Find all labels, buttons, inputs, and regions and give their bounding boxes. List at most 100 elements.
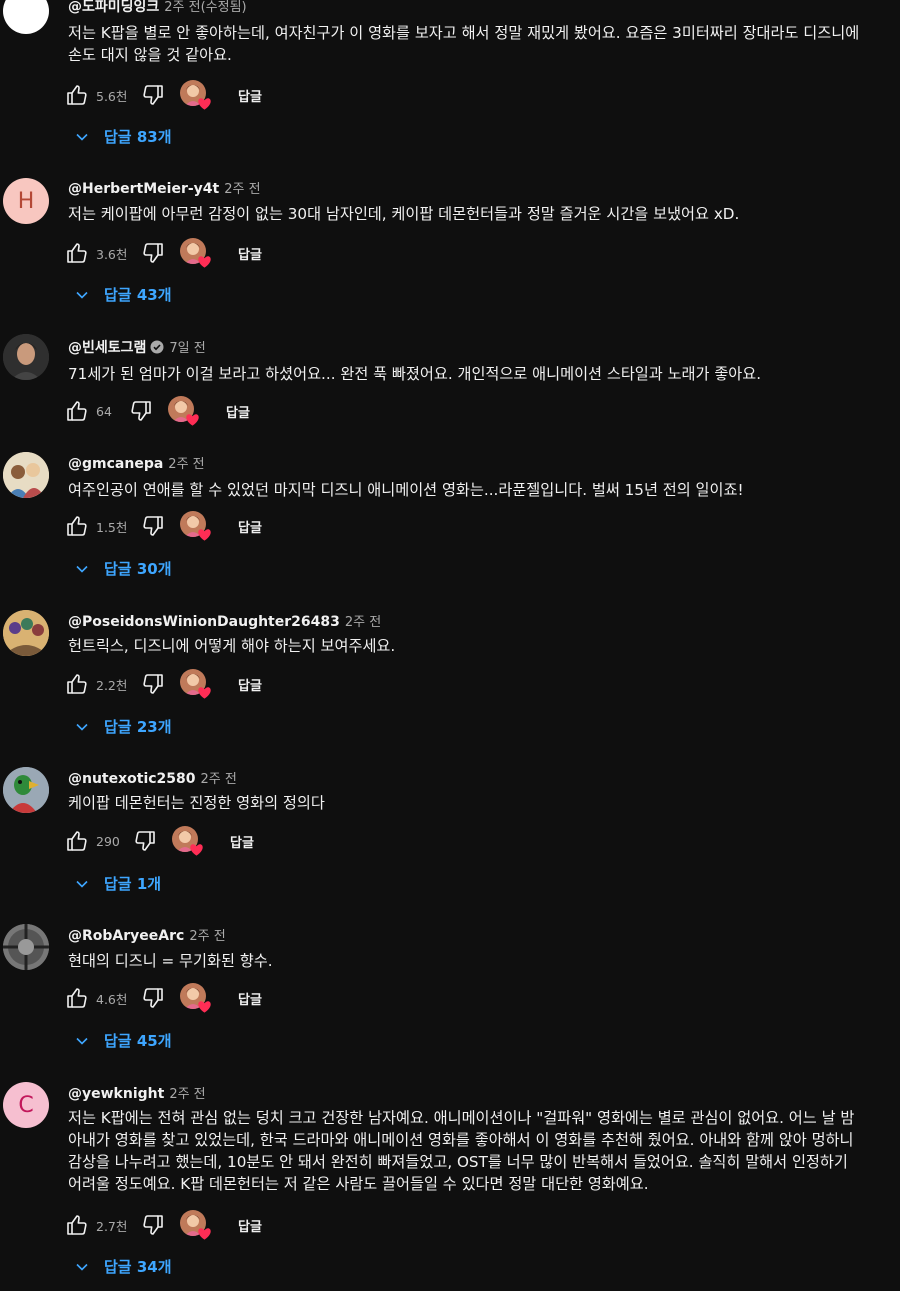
chevron-down-icon — [76, 880, 88, 888]
creator-heart-icon — [180, 238, 211, 268]
reply-button[interactable]: 답글 — [238, 244, 262, 263]
comment-time[interactable]: 2주 전 — [224, 182, 260, 197]
creator-heart-icon — [180, 983, 211, 1013]
author-handle[interactable]: @gmcanepa — [68, 456, 163, 472]
comment-header: @빈세토그램 7일 전 — [68, 337, 206, 357]
like-count: 5.6천 — [96, 88, 128, 104]
chevron-down-icon — [76, 1263, 88, 1271]
author-handle[interactable]: @nutexotic2580 — [68, 771, 196, 787]
dislike-icon[interactable] — [140, 82, 166, 108]
comment-time[interactable]: 2주 전 — [189, 929, 225, 944]
author-handle[interactable]: @빈세토그램 — [68, 340, 146, 356]
comment-header: @gmcanepa 2주 전 — [68, 453, 205, 472]
view-replies-button[interactable]: 답글 43개 — [74, 284, 172, 305]
like-icon[interactable] — [64, 828, 90, 854]
dislike-icon[interactable] — [140, 671, 166, 697]
like-count: 4.6천 — [96, 991, 128, 1007]
comment-time[interactable]: 2주 전 — [169, 1087, 205, 1102]
chevron-down-icon — [76, 565, 88, 573]
like-icon[interactable] — [64, 671, 90, 697]
comment-time[interactable]: 2주 전(수정됨) — [164, 0, 246, 15]
view-replies-button[interactable]: 답글 45개 — [74, 1030, 172, 1051]
creator-heart-icon — [172, 826, 203, 856]
comment-time[interactable]: 2주 전 — [168, 457, 204, 472]
comment-text: 헌트릭스, 디즈니에 어떻게 해야 하는지 보여주세요. — [68, 637, 396, 655]
chevron-down-icon — [76, 133, 88, 141]
comment-time[interactable]: 2주 전 — [201, 772, 237, 787]
dislike-icon[interactable] — [140, 513, 166, 539]
author-handle[interactable]: @도파미딩잉크 — [68, 0, 159, 15]
like-icon[interactable] — [64, 240, 90, 266]
reply-button[interactable]: 답글 — [238, 86, 262, 105]
view-replies-button[interactable]: 답글 30개 — [74, 558, 172, 579]
reply-button[interactable]: 답글 — [230, 832, 254, 851]
author-handle[interactable]: @HerbertMeier-y4t — [68, 181, 219, 197]
like-count: 3.6천 — [96, 246, 128, 262]
like-count: 64 — [96, 403, 112, 419]
comment-text: 저는 케이팝에 아무런 감정이 없는 30대 남자인데, 케이팝 데몬헌터들과 … — [68, 205, 740, 223]
avatar[interactable]: H — [3, 178, 49, 224]
like-count: 1.5천 — [96, 519, 128, 535]
dislike-icon[interactable] — [140, 1212, 166, 1238]
view-replies-button[interactable]: 답글 34개 — [74, 1256, 172, 1277]
comment-header: @도파미딩잉크 2주 전(수정됨) — [68, 0, 247, 16]
replies-count: 답글 45개 — [104, 1032, 172, 1050]
replies-count: 답글 1개 — [104, 875, 162, 893]
replies-count: 답글 34개 — [104, 1258, 172, 1276]
dislike-icon[interactable] — [140, 985, 166, 1011]
replies-count: 답글 30개 — [104, 560, 172, 578]
avatar[interactable] — [3, 924, 49, 970]
comment-header: @PoseidonsWinionDaughter26483 2주 전 — [68, 611, 381, 630]
creator-heart-icon — [180, 1210, 211, 1240]
comment-time[interactable]: 7일 전 — [169, 341, 205, 356]
like-count: 290 — [96, 833, 120, 849]
comment-actions: 3.6천 답글 — [64, 238, 262, 268]
view-replies-button[interactable]: 답글 83개 — [74, 126, 172, 147]
like-icon[interactable] — [64, 1212, 90, 1238]
comment-actions: 2.7천 답글 — [64, 1210, 262, 1240]
like-icon[interactable] — [64, 82, 90, 108]
reply-button[interactable]: 답글 — [238, 989, 262, 1008]
author-handle[interactable]: @RobAryeeArc — [68, 928, 184, 944]
dislike-icon[interactable] — [132, 828, 158, 854]
avatar[interactable] — [3, 452, 49, 498]
avatar[interactable] — [3, 0, 49, 34]
creator-heart-icon — [180, 669, 211, 699]
avatar[interactable] — [3, 610, 49, 656]
dislike-icon[interactable] — [140, 240, 166, 266]
author-handle[interactable]: @yewknight — [68, 1086, 164, 1102]
comment-header: @nutexotic2580 2주 전 — [68, 768, 237, 787]
comment-text: 71세가 된 엄마가 이걸 보라고 하셨어요... 완전 푹 빠졌어요. 개인적… — [68, 365, 762, 383]
reply-button[interactable]: 답글 — [226, 402, 250, 421]
author-handle[interactable]: @PoseidonsWinionDaughter26483 — [68, 614, 340, 630]
like-icon[interactable] — [64, 985, 90, 1011]
reply-button[interactable]: 답글 — [238, 1216, 262, 1235]
reply-button[interactable]: 답글 — [238, 675, 262, 694]
creator-heart-icon — [180, 80, 211, 110]
replies-count: 답글 43개 — [104, 286, 172, 304]
avatar[interactable] — [3, 334, 49, 380]
like-icon[interactable] — [64, 398, 90, 424]
comment-text: 케이팝 데몬헌터는 진정한 영화의 정의다 — [68, 794, 325, 812]
like-icon[interactable] — [64, 513, 90, 539]
comment-text: 여주인공이 연애를 할 수 있었던 마지막 디즈니 애니메이션 영화는...라푼… — [68, 481, 744, 499]
like-count: 2.2천 — [96, 677, 128, 693]
view-replies-button[interactable]: 답글 1개 — [74, 873, 161, 894]
creator-heart-icon — [180, 511, 211, 541]
comment-time[interactable]: 2주 전 — [345, 615, 381, 630]
avatar[interactable] — [3, 767, 49, 813]
chevron-down-icon — [76, 1037, 88, 1045]
reply-button[interactable]: 답글 — [238, 517, 262, 536]
comment-actions: 64 답글 — [64, 396, 250, 426]
replies-count: 답글 83개 — [104, 128, 172, 146]
comment-actions: 2.2천 답글 — [64, 669, 262, 699]
dislike-icon[interactable] — [128, 398, 154, 424]
comment-text: 현대의 디즈니 = 무기화된 향수. — [68, 952, 273, 970]
chevron-down-icon — [76, 723, 88, 731]
comment-header: @RobAryeeArc 2주 전 — [68, 925, 226, 944]
avatar[interactable]: C — [3, 1082, 49, 1128]
comment-header: @yewknight 2주 전 — [68, 1083, 206, 1102]
comment-actions: 1.5천 답글 — [64, 511, 262, 541]
view-replies-button[interactable]: 답글 23개 — [74, 716, 172, 737]
comment-header: @HerbertMeier-y4t 2주 전 — [68, 178, 261, 197]
